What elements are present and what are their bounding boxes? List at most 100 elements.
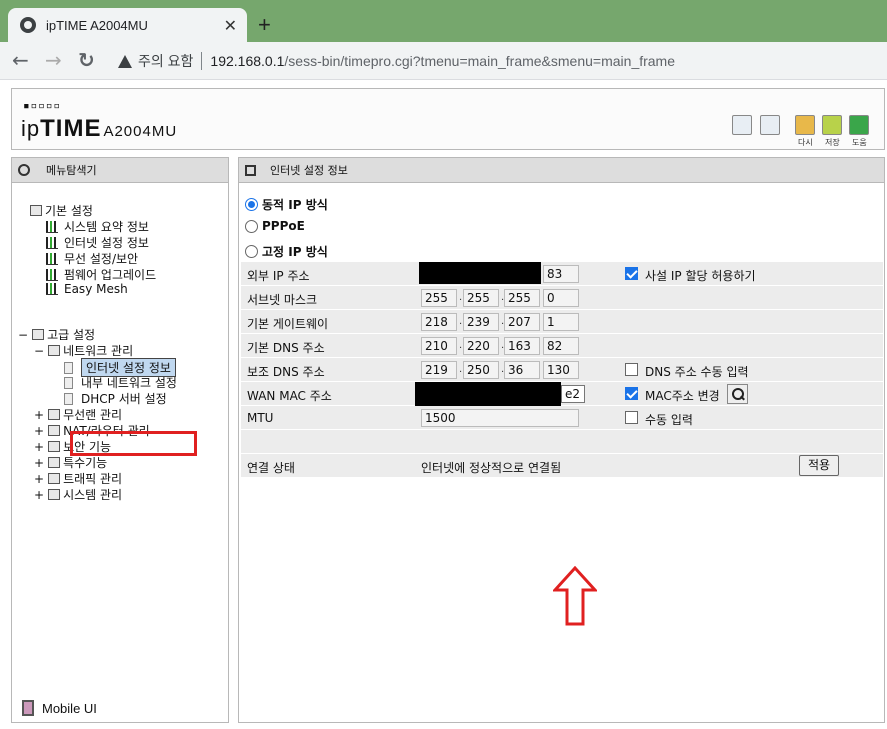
address-bar[interactable]: 주의 요함 192.168.0.1 /sess-bin/timepro.cgi?… xyxy=(106,47,886,75)
subnet-octet2: 255 xyxy=(463,289,499,307)
browser-tab[interactable]: ipTIME A2004MU ✕ xyxy=(8,8,247,42)
expand-icon: + xyxy=(34,423,45,438)
tree-internet-info[interactable]: 인터넷 설정 정보 xyxy=(46,234,149,251)
menu-explorer-panel: 메뉴탐색기 기본 설정 시스템 요약 정보 인터넷 설정 정보 무선 설정/보안… xyxy=(11,157,229,723)
mtu-manual-checkbox[interactable] xyxy=(625,411,638,424)
mtu-manual-label: 수동 입력 xyxy=(645,413,693,427)
tree-network-mgmt[interactable]: − 네트워크 관리 xyxy=(34,342,133,359)
browser-toolbar: ← → ↻ 주의 요함 192.168.0.1 /sess-bin/timepr… xyxy=(0,42,887,80)
mac-change-label: MAC주소 변경 xyxy=(645,389,720,403)
connection-status-text: 인터넷에 정상적으로 연결됨 xyxy=(421,461,562,475)
dns1-octet2: 220 xyxy=(463,337,499,355)
help-icon[interactable] xyxy=(849,115,869,135)
row-gateway: 기본 게이트웨이 218 . 239 . 207 . 1 xyxy=(241,310,883,334)
home-icon[interactable] xyxy=(732,115,752,135)
radio-button[interactable] xyxy=(245,198,258,211)
folder-icon xyxy=(48,425,61,436)
private-ip-checkbox[interactable] xyxy=(625,267,638,280)
panel-header: 인터넷 설정 정보 xyxy=(239,158,884,183)
document-icon xyxy=(64,392,73,405)
restart-icon[interactable] xyxy=(795,115,815,135)
dns1-octet4: 82 xyxy=(543,337,579,355)
expand-icon: + xyxy=(34,407,45,422)
mobile-icon xyxy=(22,700,34,716)
external-ip-octet4: 83 xyxy=(543,265,579,283)
tree-lan-setting[interactable]: 내부 네트워크 설정 xyxy=(64,374,177,391)
dns2-octet2: 250 xyxy=(463,361,499,379)
expand-icon: + xyxy=(34,455,45,470)
logo-time: TIME xyxy=(40,115,102,142)
highlight-box xyxy=(70,431,197,456)
folder-icon xyxy=(48,409,61,420)
reload-button[interactable]: ↻ xyxy=(78,48,95,72)
row-spacer xyxy=(241,430,883,454)
folder-icon xyxy=(48,489,61,500)
row-subnet: 서브넷 마스크 255 . 255 . 255 . 0 xyxy=(241,286,883,310)
radio-pppoe[interactable]: PPPoE xyxy=(245,219,305,233)
tab-title: ipTIME A2004MU xyxy=(46,17,148,33)
tree-wireless[interactable]: 무선 설정/보안 xyxy=(46,250,138,267)
folder-icon xyxy=(48,457,61,468)
forward-button[interactable]: → xyxy=(45,48,62,72)
folder-icon xyxy=(48,345,61,356)
tree-wlan-mgmt[interactable]: + 무선랜 관리 xyxy=(34,406,122,423)
window-icon xyxy=(245,164,256,176)
tree-firmware[interactable]: 펌웨어 업그레이드 xyxy=(46,266,156,283)
new-tab-button[interactable]: + xyxy=(258,12,271,38)
globe-icon xyxy=(20,17,36,33)
radio-button[interactable] xyxy=(245,219,258,233)
dns-manual-checkbox[interactable] xyxy=(625,363,638,376)
mesh-icon xyxy=(46,283,58,295)
radio-dynamic-ip[interactable]: 동적 IP 방식 xyxy=(245,196,328,213)
tree-system-mgmt[interactable]: + 시스템 관리 xyxy=(34,486,122,503)
radio-button[interactable] xyxy=(245,245,258,258)
folder-icon xyxy=(30,205,42,216)
tree-special[interactable]: + 특수기능 xyxy=(34,454,107,471)
panel-title: 인터넷 설정 정보 xyxy=(270,164,348,177)
url-path: /sess-bin/timepro.cgi?tmenu=main_frame&s… xyxy=(284,53,676,69)
apply-button[interactable]: 적용 xyxy=(799,455,839,476)
logout-icon[interactable] xyxy=(760,115,780,135)
document-icon xyxy=(64,376,73,389)
monitor-icon xyxy=(46,236,58,249)
mac-last-byte-field[interactable]: e2 xyxy=(561,385,585,403)
save-label: 저장 xyxy=(825,138,840,147)
tree-system-summary[interactable]: 시스템 요약 정보 xyxy=(46,218,149,235)
security-warning-text[interactable]: 주의 요함 xyxy=(138,51,193,71)
collapse-icon: − xyxy=(18,327,29,342)
dns1-octet3: 163 xyxy=(504,337,540,355)
tree-advanced-settings[interactable]: − 고급 설정 xyxy=(18,326,95,343)
expand-icon: + xyxy=(34,487,45,502)
subnet-octet4: 0 xyxy=(543,289,579,307)
magnifier-icon xyxy=(18,164,30,176)
iptime-logo: ipTIME A2004MU xyxy=(21,115,177,143)
close-tab-icon[interactable]: ✕ xyxy=(224,16,237,35)
mobile-ui-link[interactable]: Mobile UI xyxy=(22,700,97,716)
traffic-icon xyxy=(48,473,61,484)
model-name: A2004MU xyxy=(103,123,178,140)
wireless-icon xyxy=(46,252,58,265)
warning-icon xyxy=(118,54,132,68)
row-connection-status: 연결 상태 인터넷에 정상적으로 연결됨 적용 xyxy=(241,454,883,478)
restart-label: 다시 xyxy=(798,138,813,147)
gateway-octet4: 1 xyxy=(543,313,579,331)
back-button[interactable]: ← xyxy=(12,48,29,72)
subnet-octet1: 255 xyxy=(421,289,457,307)
internet-settings-panel: 인터넷 설정 정보 동적 IP 방식 PPPoE 고정 IP 방식 외부 IP … xyxy=(238,157,885,723)
dns2-octet4: 130 xyxy=(543,361,579,379)
tree-easymesh[interactable]: Easy Mesh xyxy=(46,282,128,296)
row-wan-mac: WAN MAC 주소 e2 MAC주소 변경 xyxy=(241,382,883,406)
dns2-octet3: 36 xyxy=(504,361,540,379)
logo-dots: ▪▫▫▫▫ xyxy=(23,99,62,112)
save-icon[interactable] xyxy=(822,115,842,135)
search-icon[interactable] xyxy=(727,384,748,404)
tree-basic-settings[interactable]: 기본 설정 xyxy=(30,202,93,219)
row-dns2: 보조 DNS 주소 219 . 250 . 36 . 130 DNS 주소 수동… xyxy=(241,358,883,382)
gateway-octet3: 207 xyxy=(504,313,540,331)
dns1-octet1: 210 xyxy=(421,337,457,355)
mac-change-checkbox[interactable] xyxy=(625,387,638,400)
radio-static-ip[interactable]: 고정 IP 방식 xyxy=(245,243,328,260)
tree-traffic[interactable]: + 트래픽 관리 xyxy=(34,470,122,487)
tree-dhcp-setting[interactable]: DHCP 서버 설정 xyxy=(64,390,167,407)
router-header: ▪▫▫▫▫ ipTIME A2004MU 다시 저장 도움 xyxy=(11,88,885,150)
